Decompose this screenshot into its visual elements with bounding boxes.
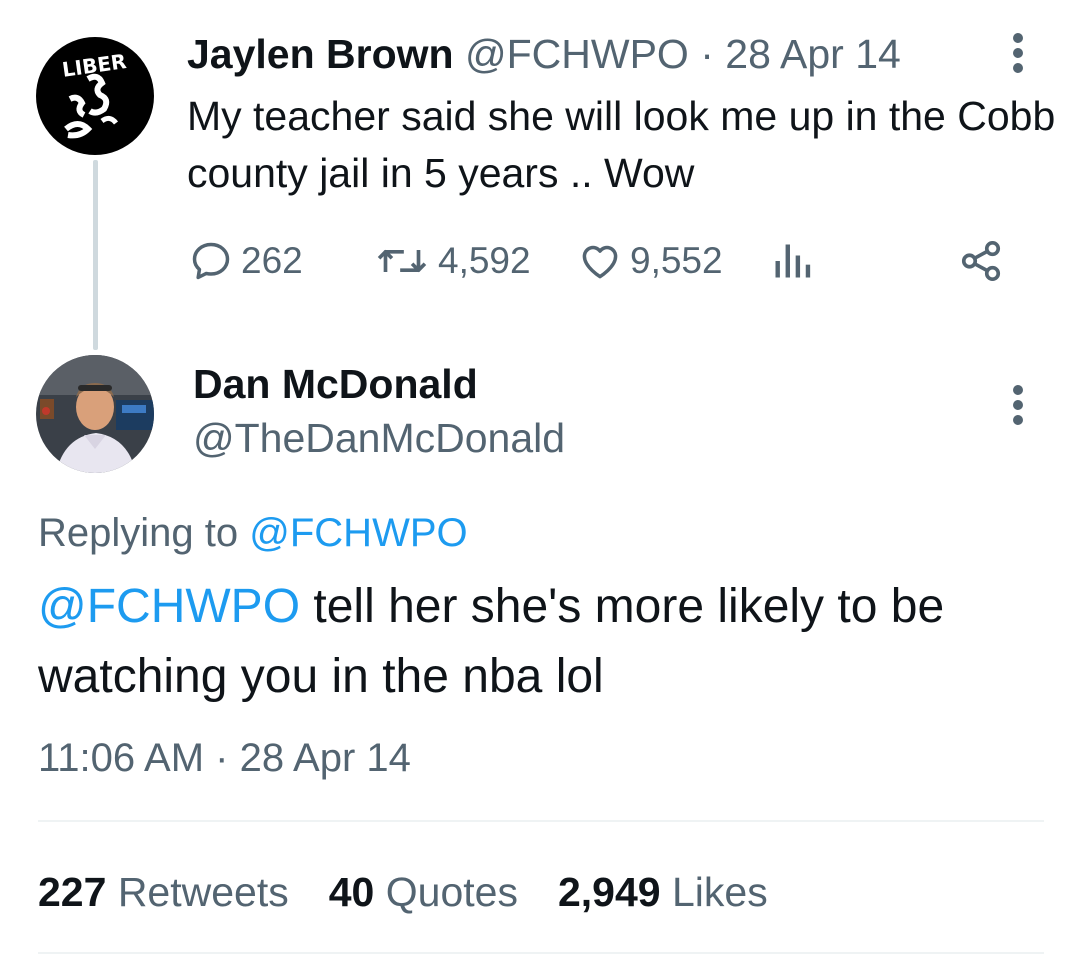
quotes-label: Quotes — [385, 869, 518, 915]
likes-stat[interactable]: 2,949 Likes — [558, 864, 768, 920]
header-separator: · — [700, 31, 714, 77]
share-button[interactable] — [958, 233, 1004, 289]
parent-tweet-date[interactable]: 28 Apr 14 — [725, 31, 901, 77]
parent-author-handle[interactable]: @FCHWPO — [465, 31, 689, 77]
share-icon — [961, 240, 1001, 282]
parent-author-name[interactable]: Jaylen Brown — [187, 31, 454, 77]
replying-to-line: Replying to @FCHWPO — [38, 505, 468, 561]
like-button[interactable]: 9,552 — [578, 233, 723, 289]
mention-link[interactable]: @FCHWPO — [38, 580, 300, 633]
engagement-stats: 227 Retweets 40 Quotes 2,949 Likes — [38, 864, 808, 920]
likes-count: 2,949 — [557, 869, 661, 915]
parent-avatar[interactable]: LIBER — [36, 37, 154, 155]
reply-timestamp[interactable]: 11:06 AM · 28 Apr 14 — [38, 730, 411, 786]
like-count: 9,552 — [630, 240, 723, 281]
timestamp-separator: · — [215, 736, 229, 780]
profile-photo-avatar-icon — [36, 355, 154, 473]
retweets-label: Retweets — [117, 869, 289, 915]
retweets-stat[interactable]: 227 Retweets — [38, 864, 289, 920]
divider — [38, 952, 1044, 954]
views-button[interactable] — [770, 233, 814, 289]
parent-tweet-text: My teacher said she will look me up in t… — [187, 93, 1056, 196]
retweets-count: 227 — [38, 869, 107, 915]
retweet-count: 4,592 — [438, 240, 531, 281]
thread-connector-line — [93, 160, 98, 350]
parent-tweet-header: Jaylen Brown @FCHWPO · 28 Apr 14 — [187, 28, 901, 80]
more-vertical-icon — [1013, 385, 1023, 425]
replying-to-handle-link[interactable]: @FCHWPO — [249, 511, 467, 555]
reply-author-avatar[interactable] — [36, 355, 154, 473]
reply-count: 262 — [241, 240, 303, 281]
reply-tweet-text: @FCHWPO tell her she's more likely to be… — [38, 572, 1048, 712]
divider — [38, 820, 1044, 822]
heart-icon — [582, 245, 618, 279]
reply-date: 28 Apr 14 — [239, 736, 411, 780]
reply-author-handle[interactable]: @TheDanMcDonald — [193, 412, 565, 464]
views-bar-chart-icon — [775, 244, 811, 278]
reply-button[interactable]: 262 — [189, 233, 303, 289]
quotes-stat[interactable]: 40 Quotes — [329, 864, 518, 920]
reply-author-name[interactable]: Dan McDonald — [193, 358, 478, 410]
replying-to-prefix: Replying to — [38, 511, 239, 555]
retweet-icon — [377, 250, 427, 272]
reply-bubble-icon — [192, 242, 230, 280]
likes-label: Likes — [671, 869, 768, 915]
parent-more-options-button[interactable] — [1003, 30, 1033, 76]
reply-time: 11:06 AM — [38, 736, 205, 780]
reply-more-options-button[interactable] — [1003, 382, 1033, 428]
quotes-count: 40 — [328, 869, 375, 915]
liberty-logo-avatar-icon: LIBER — [36, 37, 154, 155]
more-vertical-icon — [1013, 33, 1023, 73]
retweet-button[interactable]: 4,592 — [374, 233, 531, 289]
